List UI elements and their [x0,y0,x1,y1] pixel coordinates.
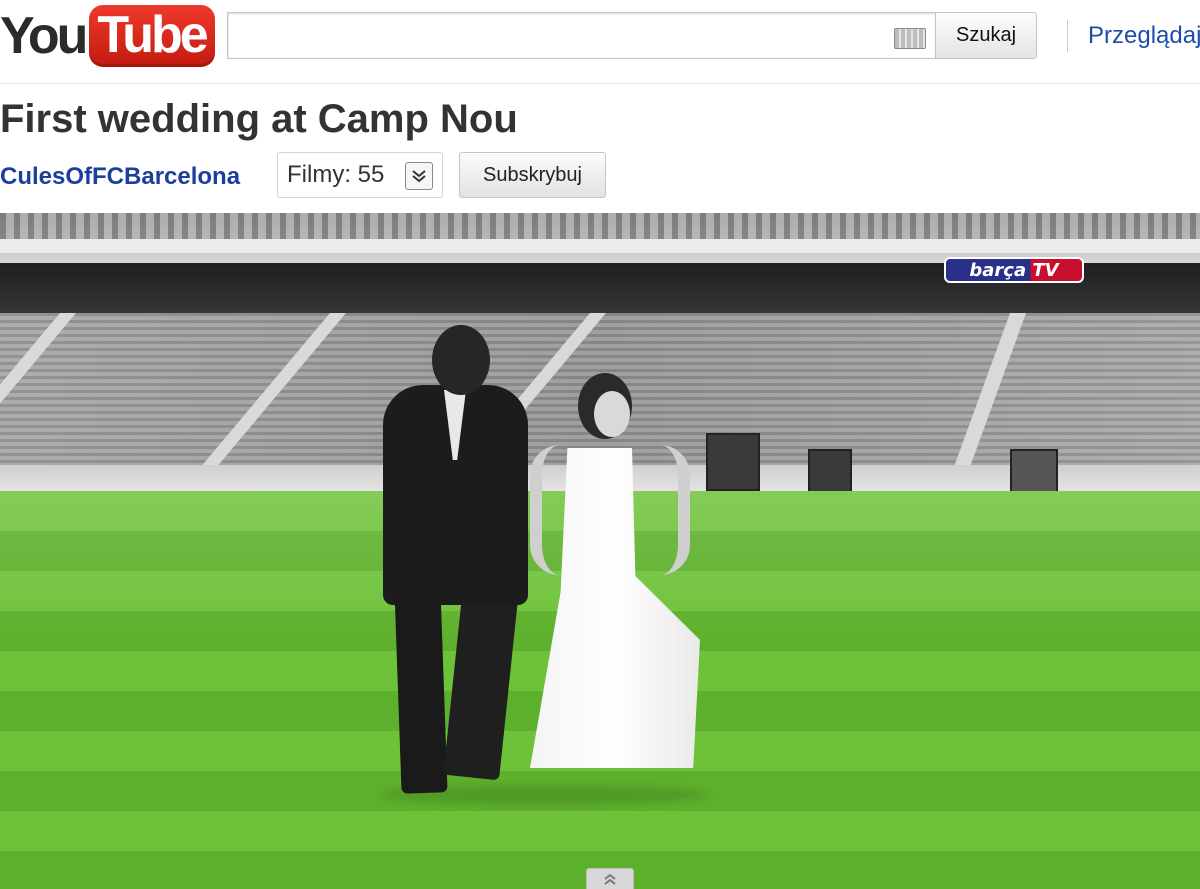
equipment-box [808,449,852,495]
camera-box [706,433,760,491]
bride-arms [530,445,690,575]
double-chevron-down-icon[interactable] [405,162,433,190]
logo-you-text: You [0,7,88,65]
equipment-box [1010,449,1058,497]
keyboard-icon[interactable] [894,28,926,49]
channel-videos-dropdown[interactable]: Filmy: 55 [277,152,443,198]
roof-beam [0,239,1200,253]
video-player[interactable]: barça TV [0,213,1200,889]
search-button[interactable]: Szukaj [935,12,1037,59]
logo-tube-text: Tube [89,5,215,67]
video-title: First wedding at Camp Nou [0,97,518,141]
search-input[interactable] [228,13,936,58]
bride-face [594,391,630,437]
groom-head [432,325,490,395]
header-divider [1067,20,1068,52]
channel-link[interactable]: CulesOfFCBarcelona [0,160,240,194]
groom-leg [394,587,448,794]
browse-link[interactable]: Przeglądaj [1088,22,1200,50]
barca-tv-watermark: barça TV [944,257,1084,283]
header-divider-line [0,83,1200,84]
youtube-logo[interactable]: You Tube [0,0,215,72]
subscribe-button[interactable]: Subskrybuj [459,152,606,198]
search-box [227,12,936,59]
videos-count-label: Filmy: 55 [287,161,385,188]
double-chevron-up-icon[interactable] [586,868,634,889]
